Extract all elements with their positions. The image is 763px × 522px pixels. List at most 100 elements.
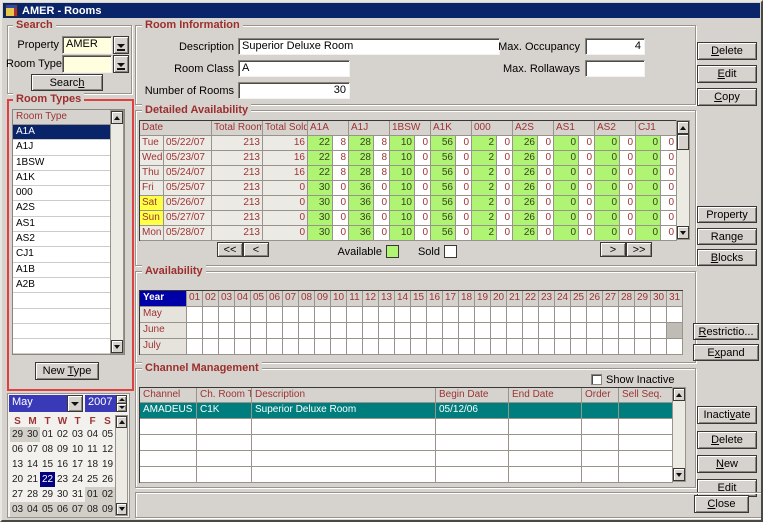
restrictions-button[interactable]: Restrictio... <box>693 323 759 340</box>
scroll-down-button[interactable] <box>116 503 127 515</box>
calendar-date[interactable]: 26 <box>100 472 115 487</box>
scroll-up-button[interactable] <box>673 388 685 401</box>
availability-day-cell[interactable] <box>187 323 203 339</box>
channel-empty-row[interactable] <box>140 467 673 483</box>
availability-day-cell[interactable] <box>347 307 363 323</box>
availability-day-cell[interactable] <box>667 307 683 323</box>
calendar-date[interactable]: 02 <box>100 487 115 502</box>
calendar-date[interactable]: 07 <box>25 442 40 457</box>
availability-day-cell[interactable] <box>331 307 347 323</box>
calendar-date[interactable]: 28 <box>25 487 40 502</box>
scroll-down-button[interactable] <box>111 340 123 353</box>
availability-day-cell[interactable] <box>651 323 667 339</box>
property-dropdown-button[interactable] <box>113 36 129 54</box>
availability-day-cell[interactable] <box>459 323 475 339</box>
availability-day-cell[interactable] <box>395 339 411 355</box>
availability-day-cell[interactable] <box>491 307 507 323</box>
calendar-date[interactable]: 20 <box>10 472 25 487</box>
channel-row[interactable]: AMADEUS C1K Superior Deluxe Room 05/12/06 <box>140 403 673 419</box>
availability-day-cell[interactable] <box>635 323 651 339</box>
calendar-date[interactable]: 05 <box>40 502 55 517</box>
availability-day-cell[interactable] <box>459 339 475 355</box>
calendar-year-field[interactable]: 2007 <box>85 395 116 412</box>
availability-day-cell[interactable] <box>635 339 651 355</box>
property-input[interactable]: AMER <box>62 36 112 54</box>
availability-day-cell[interactable] <box>523 307 539 323</box>
calendar-date[interactable]: 09 <box>100 502 115 517</box>
availability-day-cell[interactable] <box>363 339 379 355</box>
page-next-button[interactable]: > <box>600 242 626 257</box>
calendar-date[interactable]: 04 <box>25 502 40 517</box>
blocks-button[interactable]: Blocks <box>697 249 757 266</box>
availability-day-cell[interactable] <box>555 323 571 339</box>
availability-day-cell[interactable] <box>427 323 443 339</box>
inactivate-channel-button[interactable]: Inactivate <box>697 406 757 424</box>
availability-day-cell[interactable] <box>475 339 491 355</box>
channel-table-scrollbar[interactable] <box>672 387 686 482</box>
scroll-down-button[interactable] <box>673 468 685 481</box>
availability-day-cell[interactable] <box>379 339 395 355</box>
room-type-item[interactable]: A2B <box>13 277 110 294</box>
availability-day-cell[interactable] <box>587 323 603 339</box>
page-first-button[interactable]: << <box>217 242 243 257</box>
availability-day-cell[interactable] <box>411 339 427 355</box>
calendar-date[interactable]: 30 <box>25 427 40 442</box>
room-type-item[interactable]: A2S <box>13 201 110 217</box>
availability-day-cell[interactable] <box>539 307 555 323</box>
calendar-selected-date[interactable]: 22 <box>40 472 55 487</box>
room-type-empty-row[interactable] <box>13 293 110 309</box>
room-type-empty-row[interactable] <box>13 339 110 355</box>
calendar-date[interactable]: 06 <box>10 442 25 457</box>
calendar-date[interactable]: 19 <box>100 457 115 472</box>
availability-day-cell[interactable] <box>603 339 619 355</box>
availability-day-cell[interactable] <box>523 323 539 339</box>
channel-empty-row[interactable] <box>140 435 673 451</box>
scroll-up-button[interactable] <box>111 111 123 124</box>
calendar-month-select[interactable]: May <box>9 395 67 412</box>
calendar-date[interactable]: 29 <box>40 487 55 502</box>
calendar-date[interactable]: 08 <box>40 442 55 457</box>
room-type-empty-row[interactable] <box>13 323 110 340</box>
calendar-date[interactable]: 18 <box>85 457 100 472</box>
scroll-up-button[interactable] <box>116 416 127 428</box>
calendar-date[interactable]: 11 <box>85 442 100 457</box>
availability-day-cell[interactable] <box>411 323 427 339</box>
number-of-rooms-input[interactable]: 30 <box>238 82 350 99</box>
max-occupancy-input[interactable]: 4 <box>585 38 645 55</box>
room-type-dropdown-button[interactable] <box>113 55 129 73</box>
availability-day-cell[interactable] <box>299 323 315 339</box>
calendar-date[interactable]: 31 <box>70 487 85 502</box>
delete-channel-button[interactable]: Delete <box>697 431 757 449</box>
availability-day-cell[interactable] <box>299 307 315 323</box>
availability-day-cell[interactable] <box>507 323 523 339</box>
availability-day-cell[interactable] <box>571 339 587 355</box>
availability-day-cell[interactable] <box>363 307 379 323</box>
availability-day-cell[interactable] <box>299 339 315 355</box>
availability-day-cell[interactable] <box>539 339 555 355</box>
calendar-date[interactable]: 14 <box>25 457 40 472</box>
calendar-date[interactable]: 03 <box>10 502 25 517</box>
calendar-date[interactable]: 27 <box>10 487 25 502</box>
availability-day-cell[interactable] <box>619 323 635 339</box>
availability-day-cell[interactable] <box>331 339 347 355</box>
availability-day-cell[interactable] <box>475 323 491 339</box>
availability-day-cell[interactable] <box>427 339 443 355</box>
room-type-item[interactable]: 000 <box>13 186 110 202</box>
room-type-item[interactable]: AS1 <box>13 216 110 233</box>
availability-day-cell[interactable] <box>619 339 635 355</box>
availability-day-cell[interactable] <box>379 307 395 323</box>
availability-day-cell[interactable] <box>251 339 267 355</box>
availability-day-cell[interactable] <box>571 323 587 339</box>
expand-button[interactable]: Expand <box>693 344 759 361</box>
search-button[interactable]: Search <box>31 74 103 91</box>
availability-day-cell[interactable] <box>507 307 523 323</box>
scroll-down-button[interactable] <box>677 226 689 239</box>
room-type-item[interactable]: A1B <box>13 262 110 278</box>
availability-day-cell[interactable] <box>555 339 571 355</box>
channel-empty-row[interactable] <box>140 451 673 467</box>
availability-day-cell[interactable] <box>571 307 587 323</box>
availability-day-cell[interactable] <box>427 307 443 323</box>
calendar-date[interactable]: 17 <box>70 457 85 472</box>
availability-day-cell[interactable] <box>235 339 251 355</box>
availability-day-cell[interactable] <box>443 323 459 339</box>
